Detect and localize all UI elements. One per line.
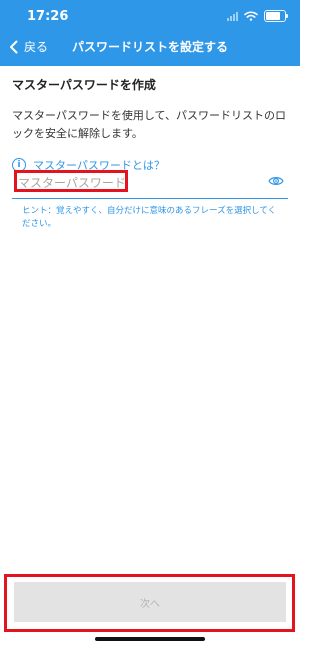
bottom-bar: 次へ — [0, 570, 300, 649]
password-field-container — [12, 168, 288, 199]
signal-icon — [227, 11, 238, 21]
status-time: 17:26 — [27, 9, 69, 24]
next-button[interactable]: 次へ — [14, 582, 286, 622]
wifi-icon — [244, 11, 258, 21]
master-password-input[interactable] — [16, 171, 260, 195]
section-title: マスターパスワードを作成 — [12, 78, 156, 92]
home-indicator — [95, 637, 205, 641]
battery-icon — [264, 10, 288, 22]
status-bar: 17:26 — [0, 0, 300, 30]
app-header: 17:26 戻る パスワードリストを設定する — [0, 0, 300, 66]
eye-icon[interactable] — [268, 175, 284, 187]
description-text: マスターパスワードを使用して、パスワードリストのロックを安全に解除します。 — [12, 109, 287, 140]
status-icons — [227, 10, 288, 22]
main-content: マスターパスワードを作成 マスターパスワードを使用して、パスワードリストのロック… — [12, 76, 288, 173]
hint-text: ヒント：覚えやすく、自分だけに意味のあるフレーズを選択してください。 — [22, 206, 277, 229]
page-title: パスワードリストを設定する — [71, 40, 228, 54]
navigation-bar: 戻る パスワードリストを設定する — [0, 32, 300, 64]
battery-level — [266, 12, 280, 20]
